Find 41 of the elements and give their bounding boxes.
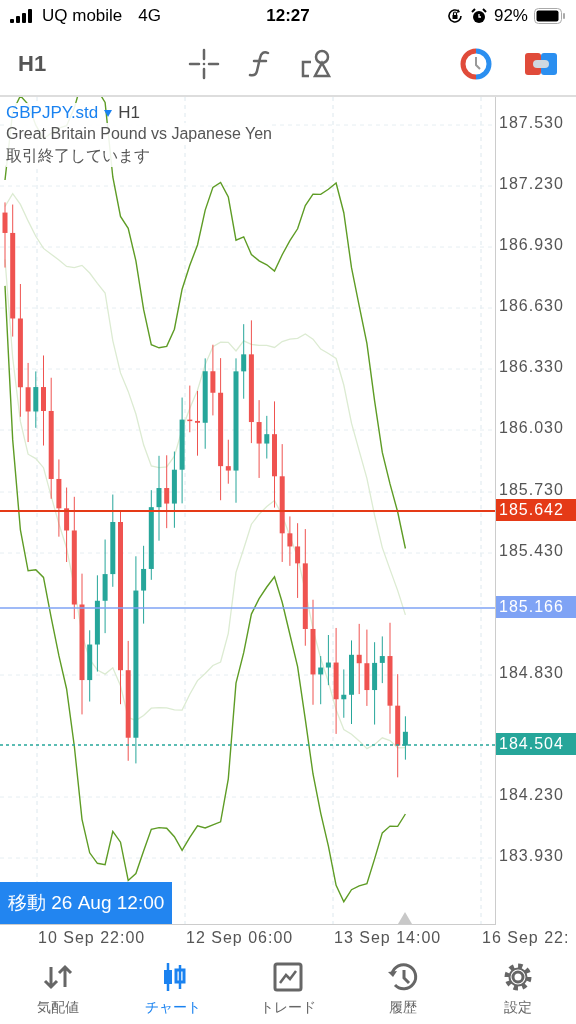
end-marker-icon bbox=[398, 912, 412, 924]
shapes-icon[interactable] bbox=[300, 47, 334, 80]
clock: 12:27 bbox=[266, 6, 310, 26]
candle bbox=[341, 668, 347, 719]
battery-percent: 92% bbox=[493, 6, 528, 26]
nav-tab[interactable]: 設定 bbox=[473, 960, 564, 1017]
candle bbox=[356, 623, 362, 695]
symbol-description: Great Britain Pound vs Japanese Yen bbox=[6, 123, 272, 145]
candle bbox=[195, 390, 200, 457]
price-tag: 185.642 bbox=[496, 499, 576, 521]
symbol-name[interactable]: GBPJPY.std bbox=[6, 103, 99, 123]
time-label: 12 Sep 06:00 bbox=[186, 928, 295, 948]
candle bbox=[210, 344, 216, 416]
crosshair-icon[interactable] bbox=[188, 47, 220, 80]
line-chart-icon bbox=[271, 960, 304, 993]
clock-icon[interactable] bbox=[460, 47, 492, 80]
candle bbox=[264, 415, 270, 459]
price-tag: 185.166 bbox=[496, 596, 576, 618]
market-status: 取引終了しています bbox=[6, 145, 150, 167]
goto-date-button[interactable]: 移動 26 Aug 12:00 bbox=[0, 882, 173, 924]
battery-icon bbox=[534, 8, 566, 24]
rotation-lock-icon bbox=[445, 7, 464, 25]
price-tag: 184.504 bbox=[496, 733, 576, 755]
carrier-name: UQ mobile bbox=[42, 6, 123, 26]
time-label: 16 Sep 22: bbox=[482, 928, 571, 948]
candle bbox=[33, 370, 39, 429]
nav-tab[interactable]: 気配値 bbox=[12, 960, 103, 1017]
dropdown-icon[interactable] bbox=[104, 109, 113, 117]
candle bbox=[287, 515, 293, 567]
timeframe-button[interactable]: H1 bbox=[18, 50, 188, 77]
time-label: 13 Sep 14:00 bbox=[334, 928, 443, 948]
nav-tab[interactable]: トレード bbox=[242, 960, 333, 1017]
network-type: 4G bbox=[138, 6, 161, 26]
chart-area[interactable]: GBPJPY.std H1 Great Britain Pound vs Japanese Yen 取引終了しています 移動 26 Aug 12:00 bbox=[0, 97, 496, 925]
history-icon bbox=[387, 960, 420, 993]
candle bbox=[2, 201, 8, 269]
nav-tab[interactable]: チャート bbox=[127, 960, 218, 1017]
candle bbox=[187, 385, 193, 433]
nav-tab[interactable]: 履歴 bbox=[358, 960, 449, 1017]
time-label: 10 Sep 22:00 bbox=[38, 928, 147, 948]
alarm-icon bbox=[469, 7, 488, 25]
